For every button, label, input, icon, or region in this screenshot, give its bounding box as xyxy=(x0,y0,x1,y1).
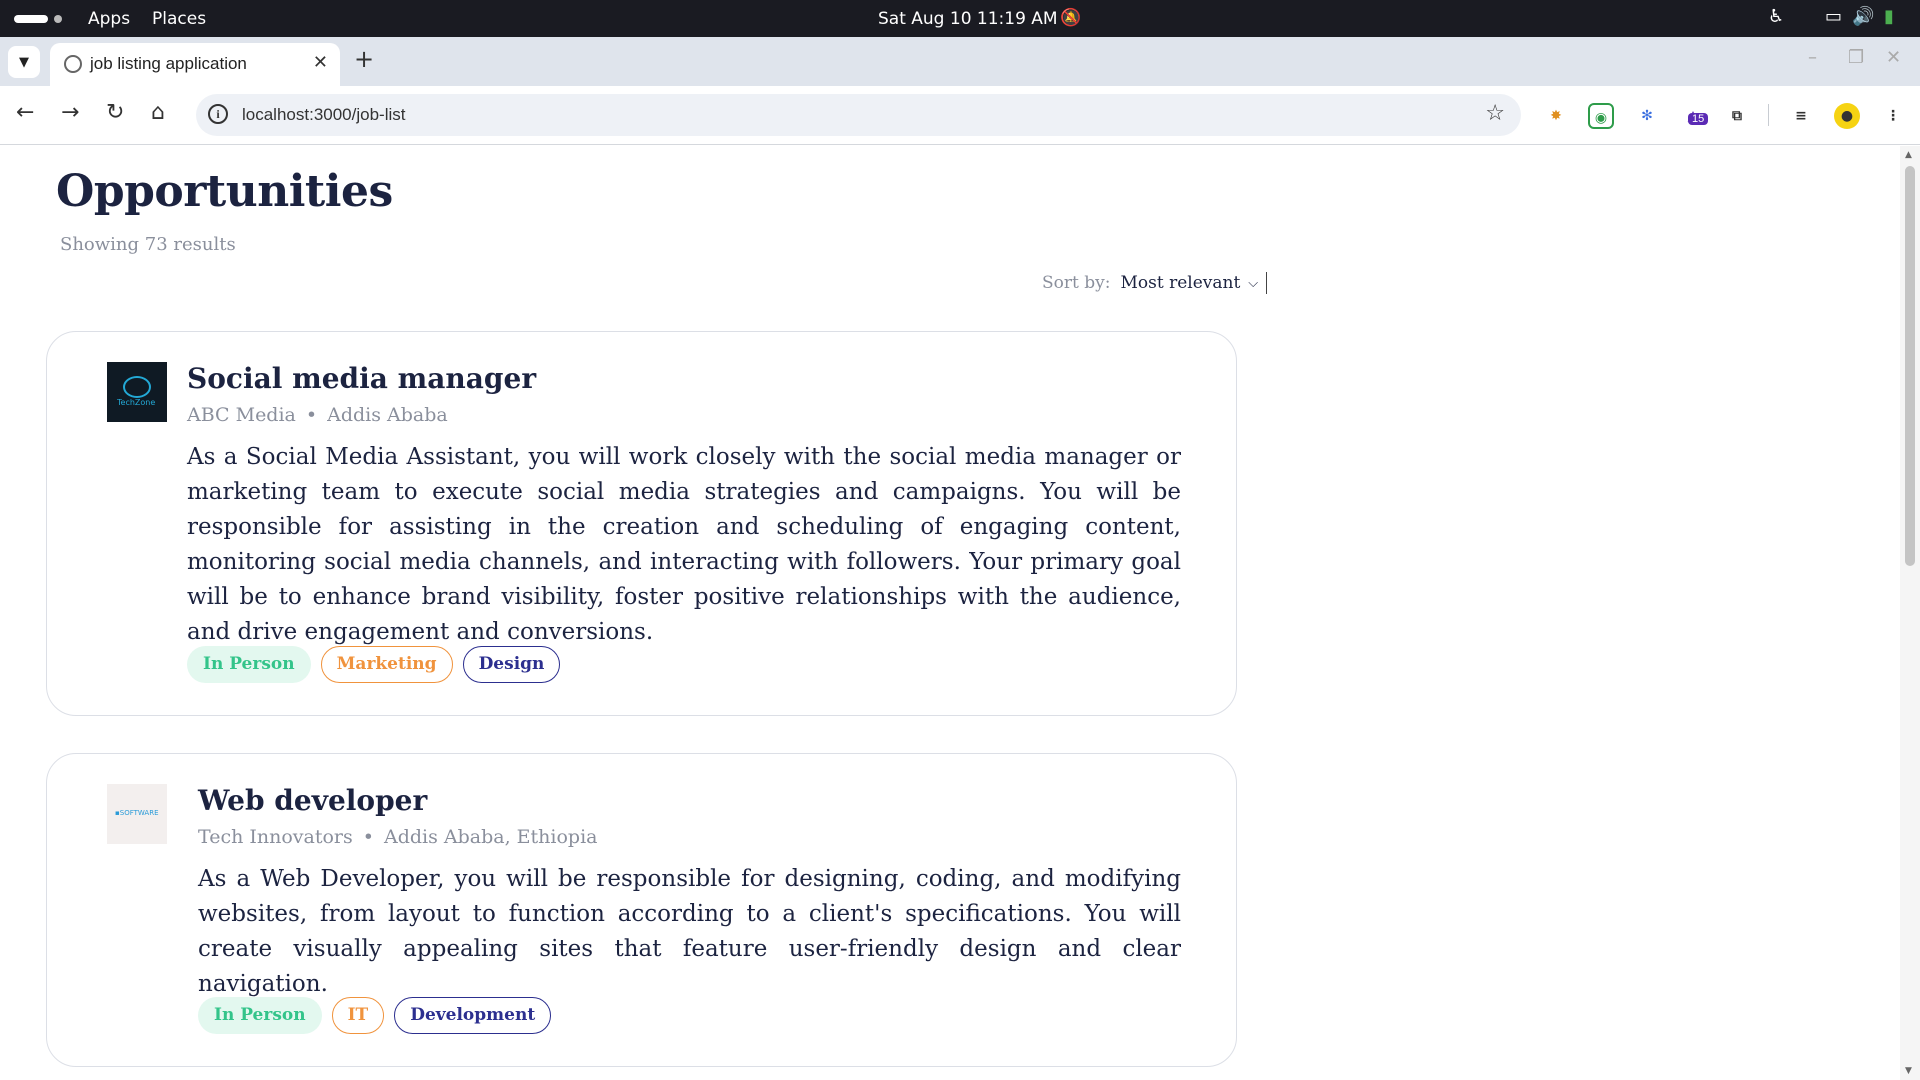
job-tags: In Person Marketing Design xyxy=(187,646,561,683)
toolbar-divider xyxy=(1768,104,1769,126)
job-meta: ABC Media • Addis Ababa xyxy=(187,404,448,426)
tag-design[interactable]: Design xyxy=(462,646,561,683)
tag-it[interactable]: IT xyxy=(331,997,385,1034)
places-menu[interactable]: Places xyxy=(152,9,206,29)
system-top-bar: Apps Places Sat Aug 10 11:19 AM 🔕 ♿ ▭ 🔊 … xyxy=(0,0,1920,37)
extensions-puzzle-icon[interactable]: ⧉ xyxy=(1724,103,1750,129)
new-tab-button[interactable]: + xyxy=(354,45,374,73)
result-count: Showing 73 results xyxy=(60,234,236,255)
text-caret xyxy=(1266,272,1268,294)
extension-green-icon[interactable]: ◉ xyxy=(1588,103,1614,129)
site-info-icon[interactable]: i xyxy=(208,104,228,124)
chevron-down-icon[interactable]: ⌵ xyxy=(1248,276,1258,291)
job-meta: Tech Innovators • Addis Ababa, Ethiopia xyxy=(198,826,598,848)
tab-strip: ▼ job listing application ✕ + – ❐ ✕ xyxy=(0,37,1920,86)
job-location: Addis Ababa, Ethiopia xyxy=(383,826,598,848)
page-scrollbar[interactable]: ▲ ▼ xyxy=(1900,146,1920,1080)
company-name: Tech Innovators xyxy=(198,826,353,848)
sort-select[interactable]: Most relevant xyxy=(1120,273,1240,293)
display-icon[interactable]: ▭ xyxy=(1825,6,1842,27)
extension-badge: 15 xyxy=(1688,113,1709,125)
job-card[interactable]: ▪SOFTWARE Web developer Tech Innovators •… xyxy=(46,753,1237,1067)
active-tab[interactable]: job listing application ✕ xyxy=(50,43,340,86)
bookmark-star-icon[interactable]: ☆ xyxy=(1485,101,1505,126)
scroll-down-arrow-icon[interactable]: ▼ xyxy=(1905,1066,1912,1076)
page-content: Opportunities Showing 73 results Sort by… xyxy=(0,146,1900,1080)
maximize-icon[interactable]: ❐ xyxy=(1848,47,1864,68)
reload-icon[interactable]: ↻ xyxy=(106,100,124,125)
minimize-icon[interactable]: – xyxy=(1808,47,1817,68)
sort-control[interactable]: Sort by: Most relevant ⌵ xyxy=(1042,272,1268,294)
job-location: Addis Ababa xyxy=(327,404,448,426)
accessibility-icon[interactable]: ♿ xyxy=(1768,6,1784,27)
notifications-muted-icon: 🔕 xyxy=(1060,8,1082,28)
page-title: Opportunities xyxy=(56,166,393,217)
browser-toolbar: ← → ↻ ⌂ i localhost:3000/job-list ☆ ✸ ◉ … xyxy=(0,86,1920,145)
clock[interactable]: Sat Aug 10 11:19 AM xyxy=(878,9,1058,29)
company-name: ABC Media xyxy=(187,404,296,426)
meta-separator: • xyxy=(362,826,374,848)
scrollbar-thumb[interactable] xyxy=(1905,166,1915,566)
tag-in-person[interactable]: In Person xyxy=(198,997,322,1034)
company-logo: ▪SOFTWARE xyxy=(107,784,167,844)
chevron-down-icon: ▼ xyxy=(19,54,29,70)
job-card[interactable]: TechZone Social media manager ABC Media •… xyxy=(46,331,1237,716)
globe-icon xyxy=(64,55,82,73)
job-title[interactable]: Web developer xyxy=(198,784,427,817)
job-tags: In Person IT Development xyxy=(198,997,552,1034)
url-text[interactable]: localhost:3000/job-list xyxy=(242,105,405,125)
tab-search-button[interactable]: ▼ xyxy=(8,46,40,78)
workspace-dot xyxy=(54,15,62,23)
tab-title: job listing application xyxy=(90,54,247,73)
media-queue-icon[interactable]: ≡ xyxy=(1788,103,1814,129)
forward-arrow-icon[interactable]: → xyxy=(61,100,79,125)
tag-development[interactable]: Development xyxy=(394,997,552,1034)
volume-icon[interactable]: 🔊 xyxy=(1852,6,1874,27)
company-logo: TechZone xyxy=(107,362,167,422)
back-arrow-icon[interactable]: ← xyxy=(16,100,34,125)
profile-avatar[interactable]: ● xyxy=(1834,103,1860,129)
tag-marketing[interactable]: Marketing xyxy=(320,646,453,683)
job-description: As a Web Developer, you will be responsi… xyxy=(198,866,1181,997)
logo-wordmark: TechZone xyxy=(117,398,156,407)
home-icon[interactable]: ⌂ xyxy=(151,100,165,125)
scroll-up-arrow-icon[interactable]: ▲ xyxy=(1905,150,1912,160)
logo-wordmark: ▪SOFTWARE xyxy=(115,809,159,817)
extension-snowflake-icon[interactable]: ✻ xyxy=(1634,103,1660,129)
meta-separator: • xyxy=(305,404,318,426)
address-bar[interactable]: i localhost:3000/job-list ☆ xyxy=(196,94,1521,136)
close-tab-icon[interactable]: ✕ xyxy=(313,52,328,73)
extension-bee-icon[interactable]: ✸ xyxy=(1543,103,1569,129)
job-description: As a Social Media Assistant, you will wo… xyxy=(187,444,1181,645)
close-window-icon[interactable]: ✕ xyxy=(1886,47,1901,68)
apps-menu[interactable]: Apps xyxy=(88,9,130,29)
kebab-menu-icon[interactable]: ⋮ xyxy=(1880,103,1906,129)
tag-in-person[interactable]: In Person xyxy=(187,646,311,683)
battery-icon[interactable]: ▮ xyxy=(1884,6,1894,27)
activities-indicator[interactable] xyxy=(14,15,48,23)
job-title[interactable]: Social media manager xyxy=(187,362,536,395)
sort-label: Sort by: xyxy=(1042,273,1111,293)
logo-emblem xyxy=(123,376,151,398)
